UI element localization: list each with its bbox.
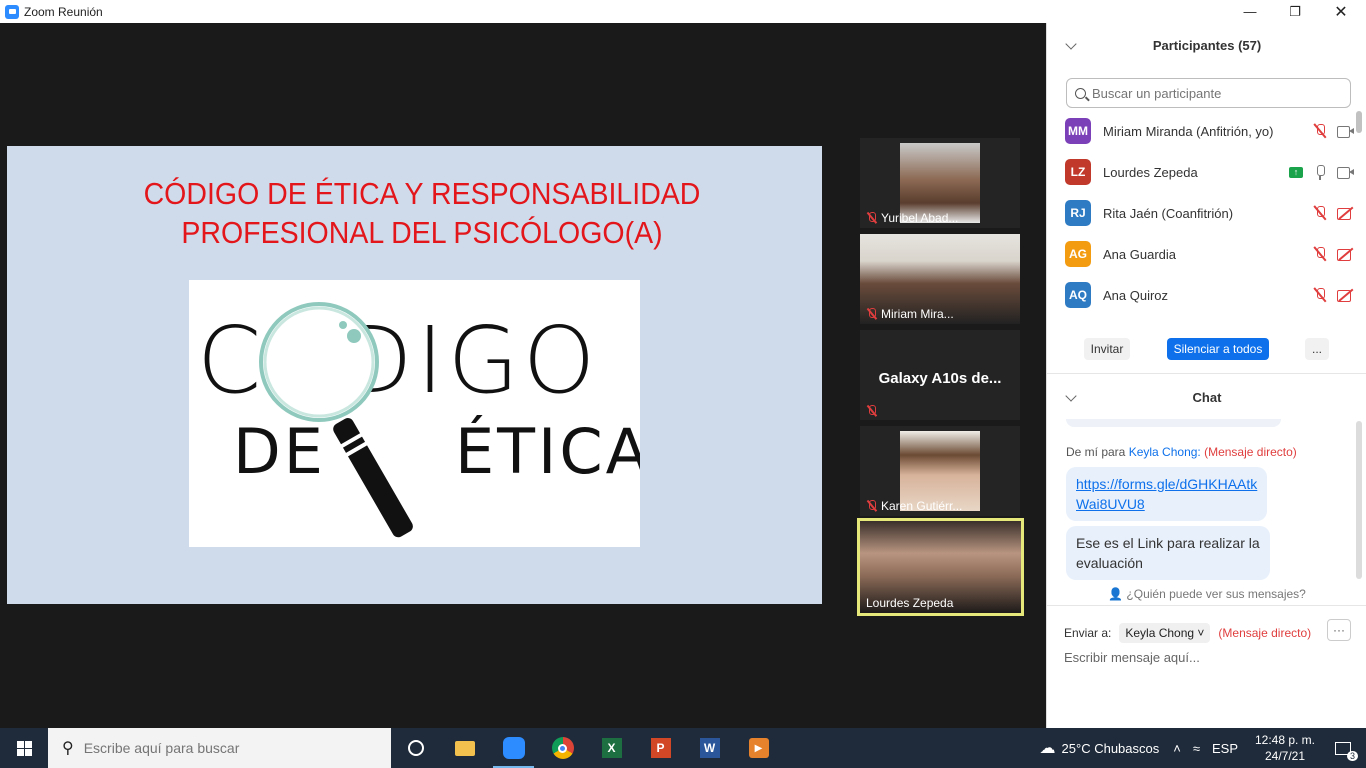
participant-name: Ana Guardia xyxy=(1103,246,1176,262)
tile-name: Lourdes Zepeda xyxy=(866,596,954,610)
chat-scrollbar[interactable] xyxy=(1356,421,1362,579)
search-icon xyxy=(1075,87,1086,99)
close-button[interactable]: ✕ xyxy=(1318,0,1364,23)
mic-icon[interactable] xyxy=(1313,164,1327,180)
taskbar-search[interactable]: ⚲ xyxy=(48,728,391,768)
more-options-button[interactable]: ... xyxy=(1305,338,1329,360)
muted-mic-icon xyxy=(866,405,877,417)
video-camera-icon[interactable] xyxy=(1337,166,1355,179)
excel-icon[interactable]: X xyxy=(587,728,636,768)
window-title: Zoom Reunión xyxy=(24,4,103,19)
file-explorer-icon[interactable] xyxy=(440,728,489,768)
muted-mic-icon xyxy=(866,308,877,320)
send-to-label: Enviar a: xyxy=(1064,626,1112,640)
word-icon[interactable]: W xyxy=(685,728,734,768)
participant-name: Ana Quiroz xyxy=(1103,287,1169,303)
muted-mic-icon[interactable] xyxy=(1313,246,1327,262)
tile-name: Karen Gutiérr... xyxy=(881,499,963,513)
maximize-button[interactable]: ❐ xyxy=(1272,0,1318,23)
chat-recipient-link[interactable]: Keyla Chong: xyxy=(1129,445,1201,459)
weather-text[interactable]: 25°C Chubascos xyxy=(1062,741,1160,756)
logo-word-codigo: CÓDIGO xyxy=(197,305,599,414)
participants-scrollbar[interactable] xyxy=(1356,111,1362,133)
participant-name: Lourdes Zepeda xyxy=(1103,164,1198,180)
muted-mic-icon[interactable] xyxy=(1313,287,1327,303)
previous-message-bubble xyxy=(1066,419,1281,427)
participant-row[interactable]: AQ Ana Quiroz xyxy=(1065,282,1355,308)
task-view-icon[interactable] xyxy=(391,728,440,768)
participant-row[interactable]: RJ Rita Jaén (Coanfitrión) xyxy=(1065,200,1355,226)
recipient-dropdown[interactable]: Keyla Chong ˅ xyxy=(1119,623,1211,643)
powerpoint-icon[interactable]: P xyxy=(636,728,685,768)
avatar: AG xyxy=(1065,241,1091,267)
clock[interactable]: 12:48 p. m. 24/7/21 xyxy=(1250,732,1320,764)
tile-name: Miriam Mira... xyxy=(881,307,954,321)
mute-all-button[interactable]: Silenciar a todos xyxy=(1167,338,1269,360)
zoom-taskbar-icon[interactable] xyxy=(489,728,538,768)
magnifier-graphic: CÓDIGO DE ÉTICA xyxy=(197,302,640,538)
codigo-etica-logo-image: CÓDIGO DE ÉTICA xyxy=(189,280,640,547)
video-tile[interactable]: Yuribel Abad... xyxy=(860,138,1020,228)
video-tile[interactable]: Karen Gutiérr... xyxy=(860,426,1020,516)
search-icon: ⚲ xyxy=(62,740,74,757)
chrome-icon[interactable] xyxy=(538,728,587,768)
video-tile[interactable]: Galaxy A10s de... xyxy=(860,330,1020,420)
minimize-button[interactable]: — xyxy=(1227,0,1273,23)
avatar: AQ xyxy=(1065,282,1091,308)
muted-mic-icon[interactable] xyxy=(1313,123,1327,139)
invite-button[interactable]: Invitar xyxy=(1084,338,1130,360)
muted-mic-icon[interactable] xyxy=(1313,205,1327,221)
media-player-icon[interactable]: ▶ xyxy=(734,728,783,768)
tile-name: Yuribel Abad... xyxy=(881,211,959,225)
participant-search-input[interactable] xyxy=(1092,85,1332,101)
meeting-area: CÓDIGO DE ÉTICA Y RESPONSABILIDAD PROFES… xyxy=(0,23,1046,728)
tile-name: Galaxy A10s de... xyxy=(878,370,1002,387)
show-hidden-icons-chevron-icon[interactable]: ˄ xyxy=(1173,741,1181,756)
logo-word-de: DE xyxy=(233,415,326,488)
logo-word-etica: ÉTICA xyxy=(455,415,640,488)
taskbar-search-input[interactable] xyxy=(83,740,364,756)
screen-share-icon: ↑ xyxy=(1289,166,1303,178)
chat-link-message: https://forms.gle/dGHKHAAtk Wai8UVU8 xyxy=(1066,467,1268,521)
slide-title: CÓDIGO DE ÉTICA Y RESPONSABILIDAD PROFES… xyxy=(143,176,701,250)
chat-more-button[interactable]: ··· xyxy=(1327,619,1351,641)
notification-count: 3 xyxy=(1346,751,1358,761)
participant-row[interactable]: LZ Lourdes Zepeda ↑ xyxy=(1065,159,1355,185)
language-indicator[interactable]: ESP xyxy=(1212,741,1238,756)
muted-mic-icon xyxy=(866,500,877,512)
participant-name: Miriam Miranda (Anfitrión, yo) xyxy=(1103,123,1274,139)
video-camera-icon[interactable] xyxy=(1337,125,1355,138)
chat-text-message: Ese es el Link para realizar la evaluació… xyxy=(1066,526,1270,580)
zoom-app-icon xyxy=(5,4,19,19)
who-can-see-messages-link[interactable]: 👤 ¿Quién puede ver sus mensajes? xyxy=(1047,587,1366,601)
windows-start-icon[interactable] xyxy=(0,728,48,768)
active-speaker-tile[interactable]: Lourdes Zepeda xyxy=(857,518,1024,616)
participant-search[interactable] xyxy=(1066,78,1351,108)
side-panel: Participantes (57) MM Miriam Miranda (An… xyxy=(1046,23,1366,728)
avatar: RJ xyxy=(1065,200,1091,226)
chat-input[interactable]: Escribir mensaje aquí... xyxy=(1064,650,1200,665)
chat-header: Chat xyxy=(1192,390,1222,405)
windows-taskbar: ⚲ X P W ▶ ☁ 25°C Chubascos ˄ ≈ ESP 12:48… xyxy=(0,728,1366,768)
video-off-icon[interactable] xyxy=(1337,288,1355,302)
title-bar: Zoom Reunión — ❐ ✕ xyxy=(0,0,1366,23)
video-tile[interactable]: Miriam Mira... xyxy=(860,234,1020,324)
muted-mic-icon xyxy=(866,212,877,224)
notifications-icon[interactable]: 3 xyxy=(1320,728,1366,768)
video-off-icon[interactable] xyxy=(1337,247,1355,261)
participants-header: Participantes (57) xyxy=(1152,38,1262,53)
participant-row[interactable]: MM Miriam Miranda (Anfitrión, yo) xyxy=(1065,118,1355,144)
chat-message-meta: De mí para Keyla Chong: (Mensaje directo… xyxy=(1066,445,1297,459)
avatar: MM xyxy=(1065,118,1091,144)
participant-row[interactable]: AG Ana Guardia xyxy=(1065,241,1355,267)
chat-link[interactable]: https://forms.gle/dGHKHAAtk Wai8UVU8 xyxy=(1076,476,1257,512)
video-off-icon[interactable] xyxy=(1337,206,1355,220)
weather-icon: ☁ xyxy=(1039,740,1056,757)
avatar: LZ xyxy=(1065,159,1091,185)
wifi-icon[interactable]: ≈ xyxy=(1193,741,1200,756)
shared-screen-slide: CÓDIGO DE ÉTICA Y RESPONSABILIDAD PROFES… xyxy=(7,146,822,604)
participant-name: Rita Jaén (Coanfitrión) xyxy=(1103,205,1234,221)
direct-message-label: (Mensaje directo) xyxy=(1218,626,1312,640)
